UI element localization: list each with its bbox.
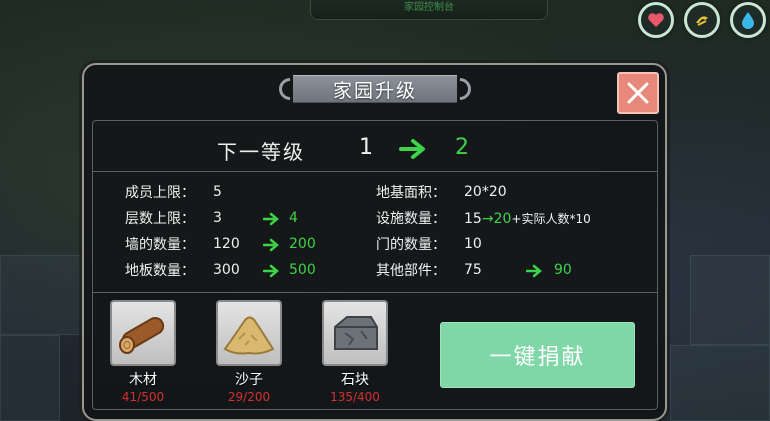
next-level-label: 下一等级 xyxy=(217,140,305,164)
stat-facility-count: 设施数量： xyxy=(376,208,446,228)
next-level-row: 下一等级 1 2 xyxy=(93,124,657,172)
stat-label: 层数上限： xyxy=(125,211,195,227)
background-tile xyxy=(690,255,770,345)
stat-next-value: 500 xyxy=(289,262,316,278)
material-sand[interactable]: 沙子 29/200 xyxy=(214,300,284,404)
stat-other-parts: 其他部件： xyxy=(376,260,446,280)
stat-floor-count: 地板数量： xyxy=(125,260,195,280)
stat-label: 墙的数量： xyxy=(125,237,195,253)
stat-value: 5 xyxy=(213,184,222,200)
water-drop-icon[interactable] xyxy=(730,2,766,38)
arrow-right-icon xyxy=(399,139,425,159)
hunger-icon[interactable] xyxy=(684,2,720,38)
wood-log-icon xyxy=(119,317,165,354)
background-tile xyxy=(670,345,770,421)
stat-door-count: 门的数量： xyxy=(376,234,446,254)
stat-label: 设施数量： xyxy=(376,211,446,227)
arrow-right-icon xyxy=(263,212,279,226)
stat-value: 10 xyxy=(464,236,482,252)
material-name: 石块 xyxy=(341,372,369,388)
stat-next-value: 90 xyxy=(554,262,572,278)
background-tile xyxy=(0,255,90,335)
sand-pile-icon xyxy=(223,316,275,355)
stat-next-value: 200 xyxy=(289,236,316,252)
heart-icon[interactable] xyxy=(638,2,674,38)
close-icon xyxy=(627,82,649,104)
stat-label: 地板数量： xyxy=(125,263,195,279)
material-name: 木材 xyxy=(129,372,157,388)
material-name: 沙子 xyxy=(235,372,263,388)
stat-label: 成员上限： xyxy=(125,185,195,201)
arrow-right-icon xyxy=(526,264,542,278)
one-click-donate-button[interactable]: 一键捐献 xyxy=(440,322,635,388)
arrow-right-icon xyxy=(263,264,279,278)
material-count: 41/500 xyxy=(121,390,165,404)
stat-label: 地基面积： xyxy=(376,185,446,201)
material-count: 135/400 xyxy=(330,390,380,404)
stat-value: 15 xyxy=(464,211,482,227)
stat-label: 门的数量： xyxy=(376,237,446,253)
arrow-right-icon xyxy=(263,238,279,252)
stone-block-icon xyxy=(334,316,378,350)
stat-next-value: 20 xyxy=(493,211,512,227)
status-icon-bar xyxy=(638,2,766,38)
stat-foundation-area: 地基面积： xyxy=(376,182,446,202)
section-divider xyxy=(93,292,657,293)
stat-value: 75 xyxy=(464,262,482,278)
stat-value: 120 xyxy=(213,236,240,252)
next-level-value: 2 xyxy=(455,135,469,160)
material-stone[interactable]: 石块 135/400 xyxy=(320,300,390,404)
stat-value: 300 xyxy=(213,262,240,278)
stat-member-limit: 成员上限： xyxy=(125,182,195,202)
home-console-label: 家园控制台 xyxy=(310,0,548,20)
stat-facility-formula: 15→20+实际人数*10 xyxy=(464,210,591,227)
stat-wall-count: 墙的数量： xyxy=(125,234,195,254)
small-arrow-icon: → xyxy=(481,211,494,227)
dialog-title: 家园升级 xyxy=(332,79,417,102)
material-count: 29/200 xyxy=(227,390,271,404)
stat-value: 20*20 xyxy=(464,184,507,200)
background-tile xyxy=(0,335,60,421)
stat-next-value: 4 xyxy=(289,210,298,226)
current-level-value: 1 xyxy=(359,135,373,160)
stat-floor-limit: 层数上限： xyxy=(125,208,195,228)
stat-label: 其他部件： xyxy=(376,263,446,279)
material-wood[interactable]: 木材 41/500 xyxy=(108,300,178,404)
stat-suffix: +实际人数*10 xyxy=(511,212,591,226)
dialog-title-banner: 家园升级 xyxy=(274,72,476,106)
stat-value: 3 xyxy=(213,210,222,226)
close-button[interactable] xyxy=(617,72,659,114)
